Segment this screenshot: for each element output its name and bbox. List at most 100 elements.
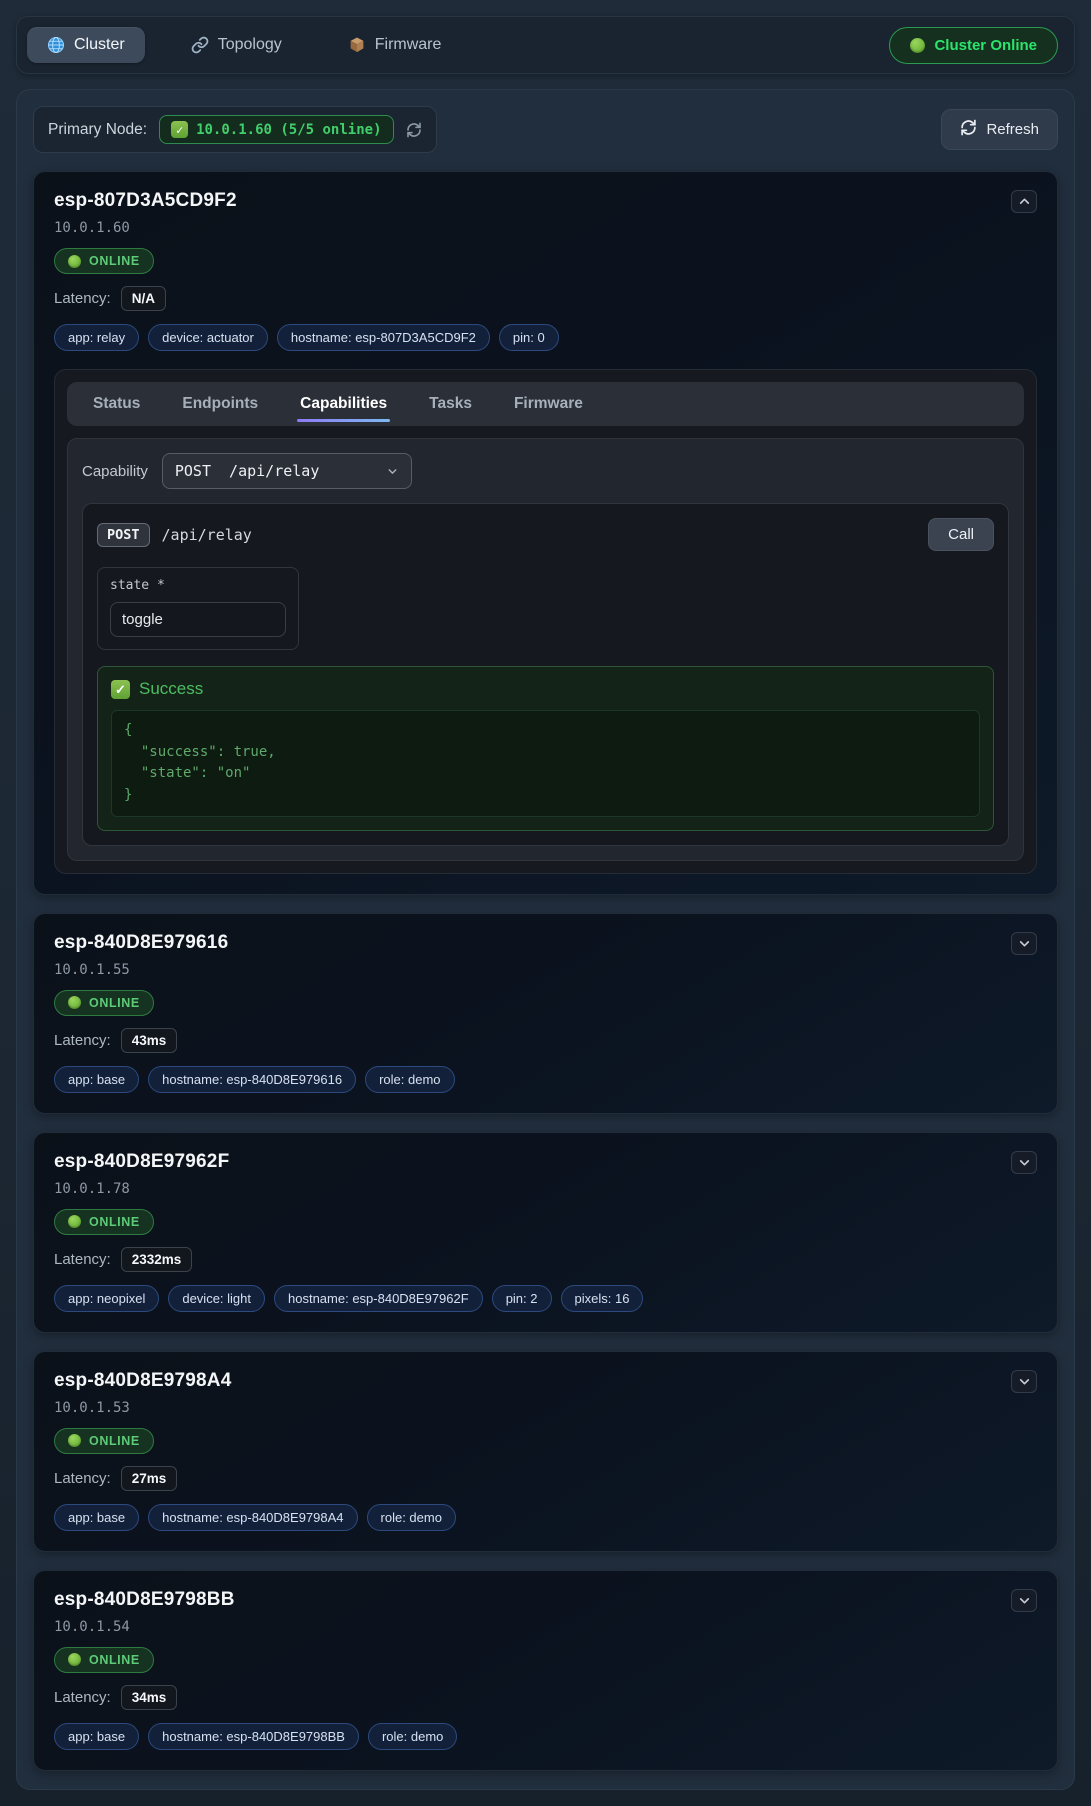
node-ip: 10.0.1.53 xyxy=(54,1400,456,1416)
primary-node-value: 10.0.1.60 (5/5 online) xyxy=(196,122,381,138)
tab-cluster-label: Cluster xyxy=(74,36,125,54)
param-label: state * xyxy=(110,578,286,593)
result-json: { "success": true, "state": "on" } xyxy=(111,710,980,817)
expand-button[interactable] xyxy=(1011,1151,1037,1174)
node-tag: pixels: 16 xyxy=(561,1285,644,1312)
node-tag: hostname: esp-840D8E9798BB xyxy=(148,1723,359,1750)
result-header: ✓ Success xyxy=(111,679,980,699)
status-badge: ONLINE xyxy=(54,1209,154,1235)
node-card: esp-840D8E9798A4 10.0.1.53 ONLINE Latenc… xyxy=(33,1351,1058,1552)
node-tag: hostname: esp-840D8E97962F xyxy=(274,1285,483,1312)
node-title: esp-840D8E9798BB xyxy=(54,1589,457,1611)
mini-refresh-icon[interactable] xyxy=(406,122,422,138)
tag-list: app: base hostname: esp-840D8E9798BB role:… xyxy=(54,1723,457,1750)
tab-endpoints[interactable]: Endpoints xyxy=(182,395,258,413)
refresh-button[interactable]: Refresh xyxy=(941,109,1058,150)
expand-button[interactable] xyxy=(1011,1370,1037,1393)
node-card: esp-840D8E9798BB 10.0.1.54 ONLINE Latenc… xyxy=(33,1570,1058,1771)
node-list: esp-840D8E979616 10.0.1.55 ONLINE Latenc… xyxy=(29,913,1062,1771)
online-dot-icon xyxy=(68,1215,81,1228)
node-tag: pin: 2 xyxy=(492,1285,552,1312)
node-tag: app: base xyxy=(54,1723,139,1750)
tag-list: app: relay device: actuator hostname: es… xyxy=(54,324,559,351)
node-tag: app: relay xyxy=(54,324,139,351)
status-badge-label: ONLINE xyxy=(89,254,140,268)
endpoint-header: POST /api/relay Call xyxy=(97,518,994,551)
node-summary: esp-840D8E97962F 10.0.1.78 ONLINE Latenc… xyxy=(54,1151,643,1312)
expand-button[interactable] xyxy=(1011,1589,1037,1612)
expand-button[interactable] xyxy=(1011,932,1037,955)
node-ip: 10.0.1.60 xyxy=(54,220,559,236)
node-tag: app: neopixel xyxy=(54,1285,159,1312)
latency-row: Latency: N/A xyxy=(54,286,559,311)
collapse-button[interactable] xyxy=(1011,190,1037,213)
status-badge-label: ONLINE xyxy=(89,1434,140,1448)
latency-label: Latency: xyxy=(54,1032,111,1049)
online-dot-icon xyxy=(68,1653,81,1666)
node-title: esp-807D3A5CD9F2 xyxy=(54,190,559,212)
tab-firmware[interactable]: Firmware xyxy=(328,27,462,63)
tab-firmware-detail[interactable]: Firmware xyxy=(514,395,583,413)
chevron-down-icon xyxy=(386,465,399,478)
capabilities-tab-content: Capability POST /api/relay POST /api/rel… xyxy=(67,438,1024,861)
node-title: esp-840D8E97962F xyxy=(54,1151,643,1173)
node-card: esp-840D8E979616 10.0.1.55 ONLINE Latenc… xyxy=(33,913,1058,1114)
node-ip: 10.0.1.78 xyxy=(54,1181,643,1197)
detail-tab-bar: Status Endpoints Capabilities Tasks Firm… xyxy=(67,382,1024,426)
globe-icon xyxy=(47,36,65,54)
node-tag: device: actuator xyxy=(148,324,268,351)
node-tag: hostname: esp-807D3A5CD9F2 xyxy=(277,324,490,351)
tab-tasks[interactable]: Tasks xyxy=(429,395,472,413)
result-panel: ✓ Success { "success": true, "state": "o… xyxy=(97,666,994,831)
status-badge-label: ONLINE xyxy=(89,996,140,1010)
tab-cluster[interactable]: Cluster xyxy=(27,27,145,63)
tab-topology[interactable]: Topology xyxy=(171,27,302,63)
node-ip: 10.0.1.54 xyxy=(54,1619,457,1635)
primary-row: Primary Node: ✓ 10.0.1.60 (5/5 online) R… xyxy=(29,106,1062,153)
call-button[interactable]: Call xyxy=(928,518,994,551)
node-ip: 10.0.1.55 xyxy=(54,962,455,978)
latency-row: Latency: 2332ms xyxy=(54,1247,643,1272)
tag-list: app: base hostname: esp-840D8E979616 role:… xyxy=(54,1066,455,1093)
primary-node-box: Primary Node: ✓ 10.0.1.60 (5/5 online) xyxy=(33,106,437,153)
node-tag: app: base xyxy=(54,1066,139,1093)
node-summary: esp-807D3A5CD9F2 10.0.1.60 ONLINE Latenc… xyxy=(54,190,559,351)
tab-capabilities[interactable]: Capabilities xyxy=(300,395,387,413)
node-tag: app: base xyxy=(54,1504,139,1531)
node-tag: pin: 0 xyxy=(499,324,559,351)
primary-node-label: Primary Node: xyxy=(48,121,147,139)
capability-select[interactable]: POST /api/relay xyxy=(162,453,412,489)
endpoint-panel: POST /api/relay Call state * ✓ Success xyxy=(82,503,1009,846)
primary-node-badge: ✓ 10.0.1.60 (5/5 online) xyxy=(159,115,393,144)
latency-row: Latency: 43ms xyxy=(54,1028,455,1053)
node-tag: role: demo xyxy=(365,1066,454,1093)
cluster-status-badge: Cluster Online xyxy=(889,27,1058,64)
check-icon: ✓ xyxy=(171,121,188,138)
node-title: esp-840D8E9798A4 xyxy=(54,1370,456,1392)
latency-row: Latency: 34ms xyxy=(54,1685,457,1710)
latency-value: 27ms xyxy=(121,1466,178,1491)
node-title: esp-840D8E979616 xyxy=(54,932,455,954)
main-panel: Primary Node: ✓ 10.0.1.60 (5/5 online) R… xyxy=(16,89,1075,1790)
status-badge: ONLINE xyxy=(54,990,154,1016)
method-badge: POST xyxy=(97,523,150,547)
node-tag: role: demo xyxy=(368,1723,457,1750)
latency-label: Latency: xyxy=(54,1470,111,1487)
tab-status[interactable]: Status xyxy=(93,395,140,413)
capability-row: Capability POST /api/relay xyxy=(82,453,1009,489)
latency-value: 43ms xyxy=(121,1028,178,1053)
node-summary: esp-840D8E9798A4 10.0.1.53 ONLINE Latenc… xyxy=(54,1370,456,1531)
node-tag: role: demo xyxy=(367,1504,456,1531)
result-title: Success xyxy=(139,679,203,699)
capability-select-value: POST /api/relay xyxy=(175,462,320,480)
node-summary: esp-840D8E9798BB 10.0.1.54 ONLINE Latenc… xyxy=(54,1589,457,1750)
green-dot-icon xyxy=(910,38,925,53)
node-tag: hostname: esp-840D8E979616 xyxy=(148,1066,356,1093)
tab-topology-label: Topology xyxy=(218,36,282,54)
latency-value: N/A xyxy=(121,286,166,311)
latency-value: 2332ms xyxy=(121,1247,193,1272)
check-icon: ✓ xyxy=(111,680,130,699)
package-icon xyxy=(348,36,366,54)
link-icon xyxy=(191,36,209,54)
param-input[interactable] xyxy=(110,602,286,637)
